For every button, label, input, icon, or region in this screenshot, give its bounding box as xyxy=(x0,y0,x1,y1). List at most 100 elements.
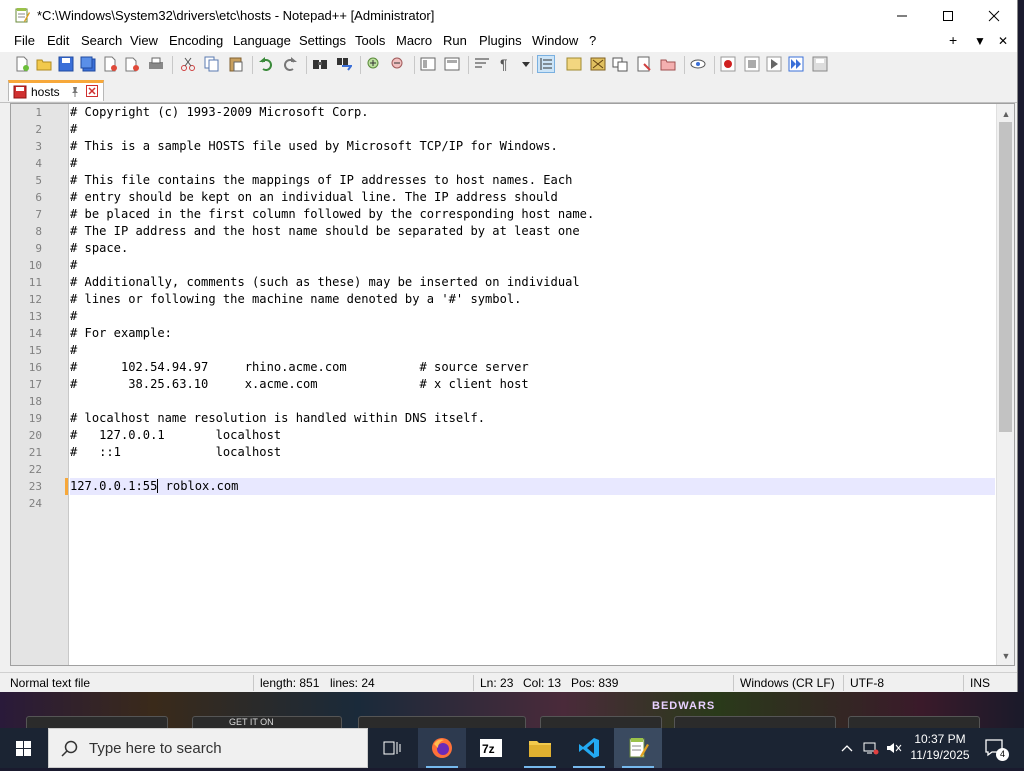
code-line[interactable]: # The IP address and the host name shoul… xyxy=(70,223,995,240)
text-editor[interactable]: 1 2 3 4 5 6 7 8 9 10 11 12 13 14 15 16 17 18 19 20 21 22 23 24 … xyxy=(10,103,1015,666)
sync-vertical-icon[interactable] xyxy=(420,56,436,72)
menu-view[interactable]: View xyxy=(130,33,158,48)
eol-status[interactable]: Windows (CR LF) xyxy=(740,676,835,690)
code-line[interactable]: # Copyright (c) 1993-2009 Microsoft Corp… xyxy=(70,104,995,121)
code-line[interactable]: # localhost name resolution is handled w… xyxy=(70,410,995,427)
network-button[interactable] xyxy=(860,728,882,768)
taskbar-7zip[interactable]: 7z xyxy=(467,728,515,768)
zoom-out-icon[interactable] xyxy=(390,56,406,72)
replace-icon[interactable] xyxy=(336,56,352,72)
code-line[interactable]: # xyxy=(70,308,995,325)
menu-search[interactable]: Search xyxy=(81,33,122,48)
tab-hosts[interactable]: hosts xyxy=(8,80,104,101)
document-list-icon[interactable] xyxy=(636,56,652,72)
code-line[interactable] xyxy=(70,393,995,410)
taskbar-vscode[interactable] xyxy=(565,728,613,768)
task-view-button[interactable] xyxy=(368,728,416,768)
code-line[interactable]: # be placed in the first column followed… xyxy=(70,206,995,223)
menu-window[interactable]: Window xyxy=(532,33,578,48)
search-placeholder: Type here to search xyxy=(89,740,222,757)
print-icon[interactable] xyxy=(148,56,164,72)
menu-encoding[interactable]: Encoding xyxy=(169,33,223,48)
new-file-icon[interactable] xyxy=(14,56,30,72)
show-hidden-icons-button[interactable] xyxy=(836,728,858,768)
pin-icon[interactable] xyxy=(69,86,81,98)
code-area[interactable]: # Copyright (c) 1993-2009 Microsoft Corp… xyxy=(70,104,995,665)
taskbar-file-explorer[interactable] xyxy=(516,728,564,768)
code-line[interactable]: # This file contains the mappings of IP … xyxy=(70,172,995,189)
run-macro-multiple-icon[interactable] xyxy=(788,56,804,72)
doc-map-icon[interactable] xyxy=(566,56,582,72)
menu-tools[interactable]: Tools xyxy=(355,33,385,48)
save-all-icon[interactable] xyxy=(80,56,96,72)
close-tab-menu-button[interactable]: ✕ xyxy=(998,34,1008,48)
menu-language[interactable]: Language xyxy=(233,33,291,48)
taskbar-search-box[interactable]: Type here to search xyxy=(48,728,368,768)
scroll-down-icon[interactable]: ▼ xyxy=(997,648,1014,664)
close-all-icon[interactable] xyxy=(124,56,140,72)
start-button[interactable] xyxy=(0,728,48,768)
stop-macro-icon[interactable] xyxy=(744,56,760,72)
taskbar-firefox[interactable] xyxy=(418,728,466,768)
show-all-chars-icon[interactable]: ¶ xyxy=(500,56,516,72)
current-code-line[interactable]: 127.0.0.1:55 roblox.com xyxy=(70,478,995,495)
close-file-icon[interactable] xyxy=(102,56,118,72)
menu-help[interactable]: ? xyxy=(589,33,596,48)
code-line[interactable]: # 38.25.63.10 x.acme.com # x client host xyxy=(70,376,995,393)
code-line[interactable]: # xyxy=(70,257,995,274)
code-line[interactable]: # Additionally, comments (such as these)… xyxy=(70,274,995,291)
menu-file[interactable]: File xyxy=(14,33,35,48)
tab-list-button[interactable]: ▼ xyxy=(974,34,986,48)
copy-icon[interactable] xyxy=(204,56,220,72)
code-line[interactable]: # xyxy=(70,342,995,359)
cut-icon[interactable] xyxy=(180,56,196,72)
menu-settings[interactable]: Settings xyxy=(299,33,346,48)
open-file-icon[interactable] xyxy=(36,56,52,72)
code-line[interactable] xyxy=(70,461,995,478)
indent-guide-icon[interactable] xyxy=(537,55,555,73)
folder-as-workspace-icon[interactable] xyxy=(660,56,676,72)
new-tab-button[interactable]: + xyxy=(949,32,957,48)
sync-horizontal-icon[interactable] xyxy=(444,56,460,72)
function-list-icon[interactable] xyxy=(590,56,606,72)
code-line[interactable]: # space. xyxy=(70,240,995,257)
code-line[interactable]: # lines or following the machine name de… xyxy=(70,291,995,308)
folder-workspace-icon[interactable] xyxy=(612,56,628,72)
minimize-button[interactable] xyxy=(879,0,925,32)
maximize-button[interactable] xyxy=(925,0,971,32)
code-line[interactable]: # xyxy=(70,121,995,138)
vertical-scrollbar[interactable]: ▲ ▼ xyxy=(996,104,1014,665)
save-icon[interactable] xyxy=(58,56,74,72)
taskbar-notepadpp[interactable] xyxy=(614,728,662,768)
code-line[interactable]: # xyxy=(70,155,995,172)
code-line[interactable]: # For example: xyxy=(70,325,995,342)
paste-icon[interactable] xyxy=(228,56,244,72)
word-wrap-icon[interactable] xyxy=(474,56,490,72)
redo-icon[interactable] xyxy=(282,56,298,72)
monitoring-eye-icon[interactable] xyxy=(690,56,706,72)
menu-macro[interactable]: Macro xyxy=(396,33,432,48)
scrollbar-thumb[interactable] xyxy=(999,122,1012,432)
code-line[interactable]: # 102.54.94.97 rhino.acme.com # source s… xyxy=(70,359,995,376)
menu-edit[interactable]: Edit xyxy=(47,33,69,48)
scroll-up-icon[interactable]: ▲ xyxy=(997,106,1014,122)
code-line[interactable]: # entry should be kept on an individual … xyxy=(70,189,995,206)
menu-run[interactable]: Run xyxy=(443,33,467,48)
zoom-in-icon[interactable] xyxy=(366,56,382,72)
play-macro-icon[interactable] xyxy=(766,56,782,72)
find-icon[interactable] xyxy=(312,56,328,72)
close-tab-icon[interactable] xyxy=(86,85,98,97)
menu-plugins[interactable]: Plugins xyxy=(479,33,522,48)
record-macro-icon[interactable] xyxy=(720,56,736,72)
notification-center-button[interactable]: 4 xyxy=(980,728,1010,768)
undo-icon[interactable] xyxy=(258,56,274,72)
code-line[interactable]: # ::1 localhost xyxy=(70,444,995,461)
code-line[interactable] xyxy=(70,495,995,512)
volume-button[interactable] xyxy=(883,728,905,768)
save-macro-icon[interactable] xyxy=(812,56,828,72)
system-clock[interactable]: 10:37 PM 11/19/2025 xyxy=(904,731,976,763)
code-line[interactable]: # 127.0.0.1 localhost xyxy=(70,427,995,444)
close-window-button[interactable] xyxy=(971,0,1017,32)
code-line[interactable]: # This is a sample HOSTS file used by Mi… xyxy=(70,138,995,155)
encoding-status[interactable]: UTF-8 xyxy=(850,676,884,690)
